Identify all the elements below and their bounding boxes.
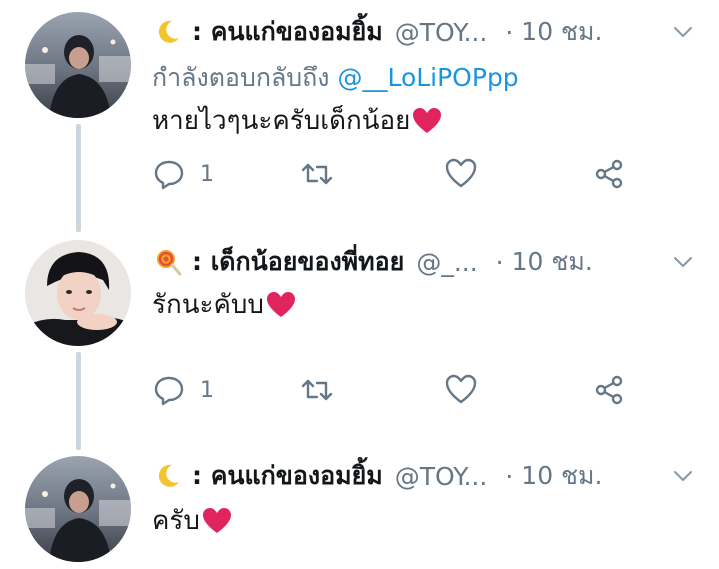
reply-button[interactable]: 1 xyxy=(152,154,214,194)
reply-count: 1 xyxy=(200,377,214,403)
reply-button[interactable]: 1 xyxy=(152,370,214,410)
lollipop-icon xyxy=(152,248,184,276)
avatar[interactable] xyxy=(25,456,131,562)
tweet-header: : คนแก่ของอมยิ้ม @TOY... · 10 ชม. xyxy=(152,454,699,498)
chevron-down-icon[interactable] xyxy=(671,250,695,274)
separator-dot: · xyxy=(505,17,514,47)
chevron-down-icon[interactable] xyxy=(671,20,695,44)
timestamp[interactable]: 10 ชม. xyxy=(521,12,602,52)
like-button[interactable] xyxy=(444,154,478,194)
tweet[interactable]: : เด็กน้อยของพี่ทอย @_... · 10 ชม. รักนะ… xyxy=(0,232,719,450)
crescent-moon-icon xyxy=(152,18,184,46)
reply-icon xyxy=(154,160,184,190)
red-heart-icon xyxy=(412,107,442,135)
share-button[interactable] xyxy=(592,154,626,194)
user-handle[interactable]: @TOY... xyxy=(395,462,488,491)
display-name[interactable]: : เด็กน้อยของพี่ทอย xyxy=(192,242,404,282)
user-handle[interactable]: @_... xyxy=(416,248,477,277)
reply-count: 1 xyxy=(200,161,214,187)
tweet-text-content: ครับ xyxy=(152,506,200,536)
share-icon xyxy=(595,159,623,189)
replying-to: กำลังตอบกลับถึง @__LoLiPOPpp xyxy=(152,58,519,98)
separator-dot: · xyxy=(505,461,514,491)
reply-mention-link[interactable]: @__LoLiPOPpp xyxy=(337,63,518,92)
share-button[interactable] xyxy=(592,370,626,410)
timestamp[interactable]: 10 ชม. xyxy=(521,456,602,496)
red-heart-icon xyxy=(266,291,296,319)
heart-outline-icon xyxy=(445,158,477,188)
avatar[interactable] xyxy=(25,12,131,118)
replying-to-label: กำลังตอบกลับถึง xyxy=(152,63,330,92)
user-handle[interactable]: @TOY... xyxy=(395,18,488,47)
tweet-text-content: หายไวๆนะครับเด็กน้อย xyxy=(152,106,411,136)
tweet-text: รักนะคับบ xyxy=(152,284,296,325)
tweet-actions: 1 xyxy=(152,370,652,410)
share-icon xyxy=(595,375,623,405)
reply-icon xyxy=(154,376,184,406)
chevron-down-icon[interactable] xyxy=(671,464,695,488)
tweet-header: : คนแก่ของอมยิ้ม @TOY... · 10 ชม. xyxy=(152,10,699,54)
retweet-button[interactable] xyxy=(300,370,334,410)
tweet-text-content: รักนะคับบ xyxy=(152,290,264,320)
separator-dot: · xyxy=(495,247,504,277)
tweet-text: ครับ xyxy=(152,500,232,541)
red-heart-icon xyxy=(202,507,232,535)
retweet-icon xyxy=(301,163,333,185)
display-name[interactable]: : คนแก่ของอมยิ้ม xyxy=(192,12,383,52)
tweet-header: : เด็กน้อยของพี่ทอย @_... · 10 ชม. xyxy=(152,240,699,284)
heart-outline-icon xyxy=(445,374,477,404)
display-name[interactable]: : คนแก่ของอมยิ้ม xyxy=(192,456,383,496)
crescent-moon-icon xyxy=(152,462,184,490)
tweet-actions: 1 xyxy=(152,154,652,194)
tweet-text: หายไวๆนะครับเด็กน้อย xyxy=(152,100,442,141)
tweet[interactable]: : คนแก่ของอมยิ้ม @TOY... · 10 ชม. ครับ xyxy=(0,450,719,569)
like-button[interactable] xyxy=(444,370,478,410)
retweet-button[interactable] xyxy=(300,154,334,194)
avatar[interactable] xyxy=(25,240,131,346)
retweet-icon xyxy=(301,379,333,401)
timestamp[interactable]: 10 ชม. xyxy=(512,242,593,282)
tweet[interactable]: : คนแก่ของอมยิ้ม @TOY... · 10 ชม. กำลังต… xyxy=(0,0,719,232)
